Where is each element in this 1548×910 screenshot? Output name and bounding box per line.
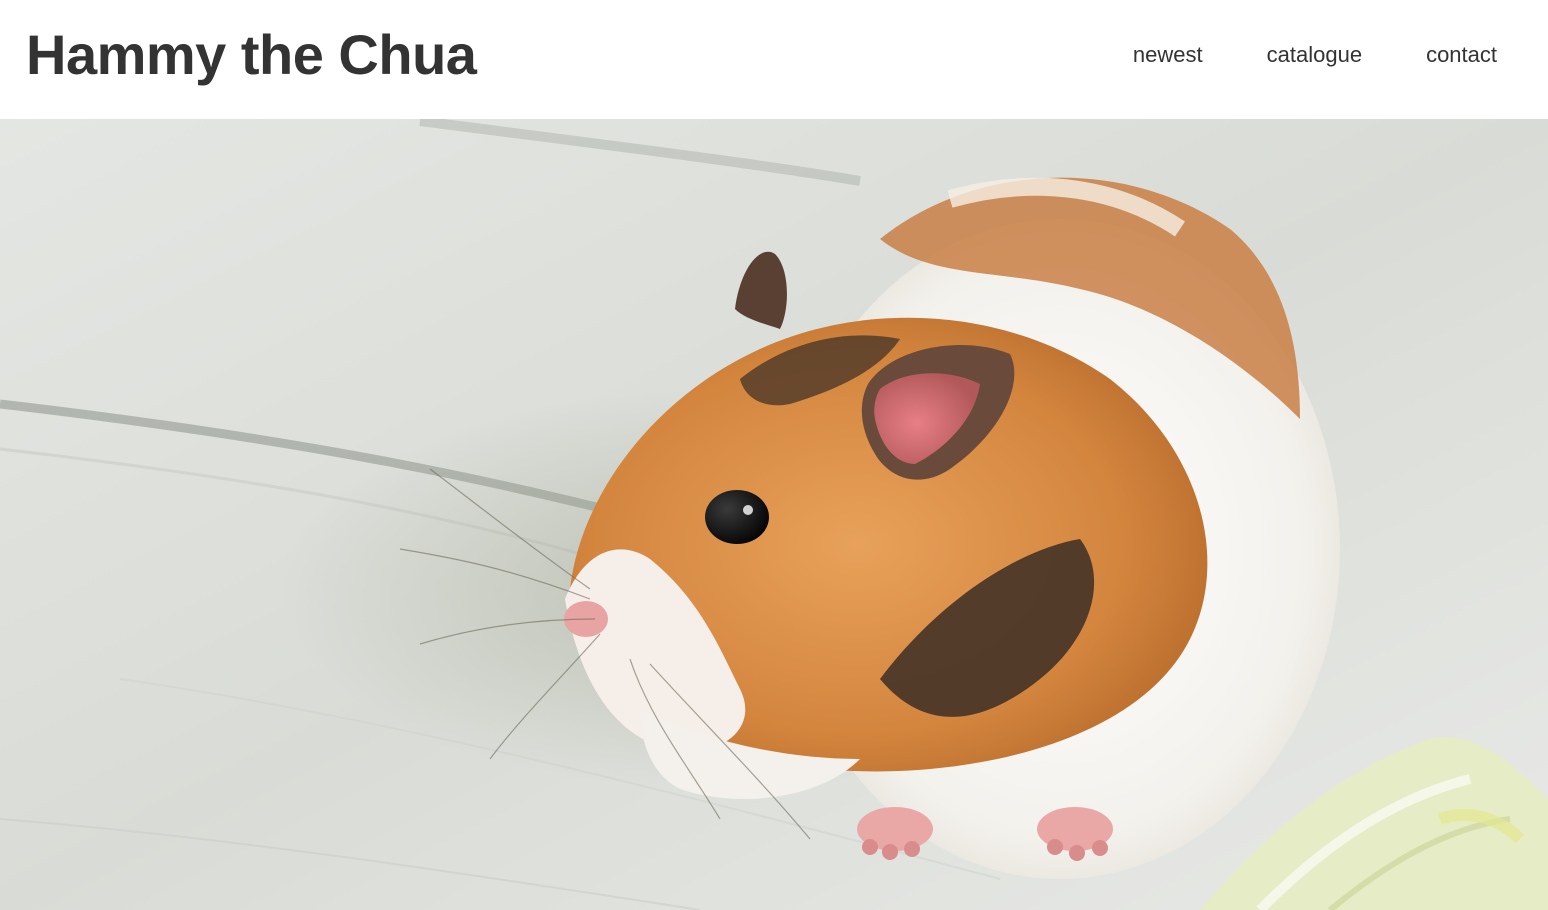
nav-item-catalogue[interactable]: catalogue (1267, 40, 1362, 70)
main-nav: newest catalogue contact (1133, 40, 1497, 70)
hamster-photo (0, 119, 1548, 910)
hero-image (0, 119, 1548, 910)
nav-item-newest[interactable]: newest (1133, 40, 1203, 70)
nav-item-contact[interactable]: contact (1426, 40, 1497, 70)
site-header: Hammy the Chua newest catalogue contact (0, 0, 1548, 119)
site-title[interactable]: Hammy the Chua (26, 20, 477, 90)
